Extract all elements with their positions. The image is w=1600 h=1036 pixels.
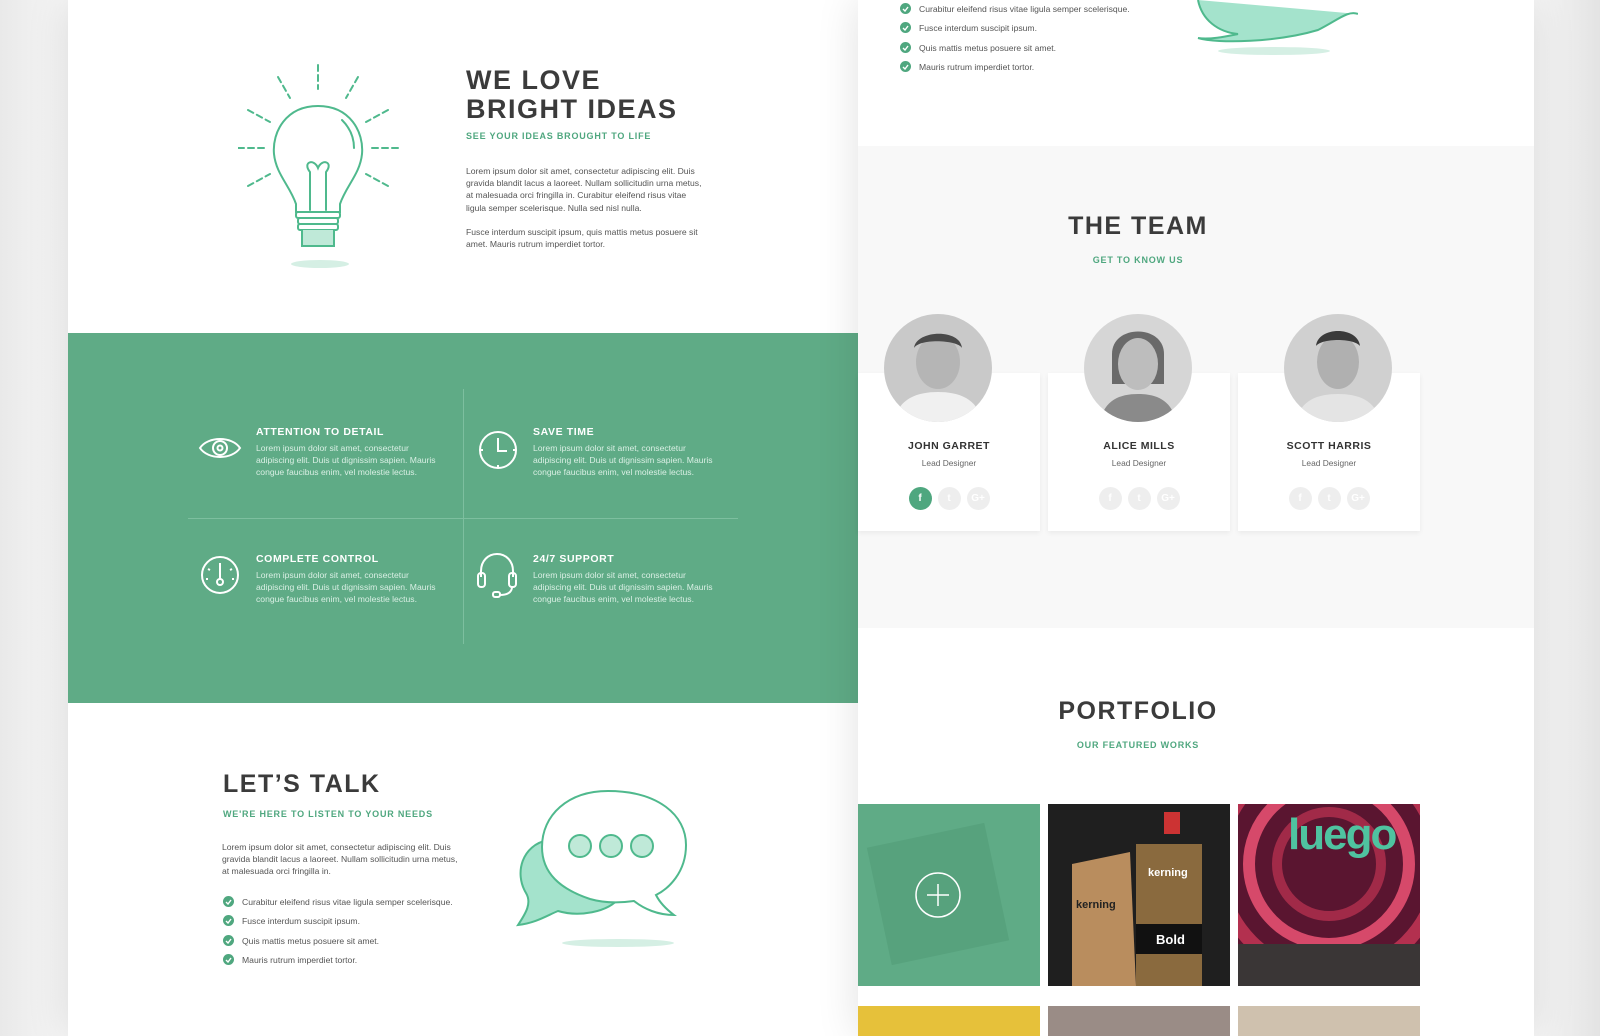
kerning-label-2: kerning [1148, 867, 1188, 879]
speedometer-icon [201, 556, 239, 594]
top-check-label: Quis mattis metus posuere sit amet. [919, 42, 1057, 53]
talk-check-item: Curabitur eleifend risus vitae ligula se… [223, 896, 453, 907]
feature-text-2: Lorem ipsum dolor sit amet, consectetur … [533, 443, 713, 478]
portfolio-tile[interactable] [858, 1006, 1040, 1036]
team-title: THE TEAM [1068, 212, 1208, 240]
bold-label: Bold [1156, 932, 1185, 947]
portfolio-title: PORTFOLIO [1058, 697, 1218, 725]
talk-check-item: Fusce interdum suscipit ipsum. [223, 915, 360, 926]
top-check-item: Curabitur eleifend risus vitae ligula se… [900, 3, 1130, 14]
headset-icon [477, 552, 517, 598]
top-check-item: Quis mattis metus posuere sit amet. [900, 42, 1056, 53]
check-icon [900, 22, 911, 33]
talk-check-item: Quis mattis metus posuere sit amet. [223, 935, 379, 946]
member-role: Lead Designer [921, 458, 977, 468]
member-socials: f t G+ [1048, 487, 1230, 510]
top-check-label: Fusce interdum suscipit ipsum. [919, 22, 1037, 33]
feature-title-3: COMPLETE CONTROL [256, 553, 379, 565]
right-page: Curabitur eleifend risus vitae ligula se… [858, 0, 1534, 1036]
portfolio-tile[interactable] [1238, 1006, 1420, 1036]
member-socials: f t G+ [1238, 487, 1420, 510]
member-role: Lead Designer [1301, 458, 1357, 468]
feature-title-4: 24/7 SUPPORT [533, 553, 615, 565]
check-icon [900, 3, 911, 14]
portfolio-tile[interactable] [858, 804, 1040, 986]
ideas-paragraph-1: Lorem ipsum dolor sit amet, consectetur … [466, 166, 702, 213]
avatar [1084, 314, 1192, 422]
feature-title-2: SAVE TIME [533, 426, 595, 438]
twitter-icon[interactable]: t [1317, 487, 1341, 510]
member-socials: f t G+ [858, 487, 1040, 510]
facebook-icon[interactable]: f [908, 487, 932, 510]
check-icon [900, 61, 911, 72]
chat-bubble-partial-icon [1197, 0, 1358, 55]
portfolio-tile[interactable]: kerning kerning Bold [1048, 804, 1230, 986]
ideas-title: WE LOVE BRIGHT IDEAS [466, 66, 726, 124]
talk-title: LET’S TALK [223, 770, 381, 798]
talk-check-label: Curabitur eleifend risus vitae ligula se… [242, 896, 453, 907]
avatar [1284, 314, 1392, 422]
ideas-title-line2: BRIGHT IDEAS [466, 94, 678, 124]
check-icon [223, 915, 234, 926]
google-plus-icon[interactable]: G+ [1346, 487, 1370, 510]
eye-icon [198, 438, 242, 458]
feature-text-1: Lorem ipsum dolor sit amet, consectetur … [256, 443, 436, 478]
talk-check-label: Mauris rutrum imperdiet tortor. [242, 954, 358, 965]
top-check-label: Mauris rutrum imperdiet tortor. [919, 61, 1035, 72]
features-divider-horizontal [188, 518, 738, 519]
portfolio-tile[interactable] [1048, 1006, 1230, 1036]
top-check-item: Mauris rutrum imperdiet tortor. [900, 61, 1034, 72]
member-name: ALICE MILLS [1103, 440, 1175, 452]
check-icon [223, 935, 234, 946]
check-icon [900, 42, 911, 53]
talk-check-label: Fusce interdum suscipit ipsum. [242, 915, 360, 926]
check-icon [223, 954, 234, 965]
portfolio-subtitle: OUR FEATURED WORKS [1076, 740, 1200, 750]
feature-text-4: Lorem ipsum dolor sit amet, consectetur … [533, 570, 713, 605]
talk-check-label: Quis mattis metus posuere sit amet. [242, 935, 380, 946]
portfolio-tile[interactable]: luego [1238, 804, 1420, 986]
chat-bubble-icon [515, 789, 688, 947]
team-subtitle: GET TO KNOW US [1092, 255, 1184, 265]
check-icon [223, 896, 234, 907]
talk-check-item: Mauris rutrum imperdiet tortor. [223, 954, 357, 965]
member-name: SCOTT HARRIS [1286, 440, 1372, 452]
facebook-icon[interactable]: f [1288, 487, 1312, 510]
features-section: ATTENTION TO DETAIL Lorem ipsum dolor si… [68, 333, 858, 703]
ideas-paragraph-2: Fusce interdum suscipit ipsum, quis matt… [466, 227, 698, 250]
member-name: JOHN GARRET [908, 440, 990, 452]
left-page: WE LOVE BRIGHT IDEAS SEE YOUR IDEAS BROU… [68, 0, 858, 1036]
kerning-label-1: kerning [1076, 899, 1116, 911]
top-check-label: Curabitur eleifend risus vitae ligula se… [919, 3, 1130, 14]
feature-text-3: Lorem ipsum dolor sit amet, consectetur … [256, 570, 436, 605]
talk-paragraph: Lorem ipsum dolor sit amet, consectetur … [222, 842, 458, 877]
top-check-item: Fusce interdum suscipit ipsum. [900, 22, 1037, 33]
luego-label: luego [1288, 810, 1397, 859]
clock-icon [479, 431, 517, 469]
google-plus-icon[interactable]: G+ [1156, 487, 1180, 510]
facebook-icon[interactable]: f [1098, 487, 1122, 510]
talk-subtitle: WE'RE HERE TO LISTEN TO YOUR NEEDS [223, 809, 433, 819]
feature-title-1: ATTENTION TO DETAIL [256, 426, 385, 438]
twitter-icon[interactable]: t [937, 487, 961, 510]
twitter-icon[interactable]: t [1127, 487, 1151, 510]
ideas-title-line1: WE LOVE [466, 65, 602, 95]
ideas-subtitle: SEE YOUR IDEAS BROUGHT TO LIFE [466, 131, 652, 141]
lightbulb-icon [238, 64, 401, 268]
features-divider-vertical [463, 389, 464, 644]
member-role: Lead Designer [1111, 458, 1167, 468]
avatar [884, 314, 992, 422]
google-plus-icon[interactable]: G+ [966, 487, 990, 510]
